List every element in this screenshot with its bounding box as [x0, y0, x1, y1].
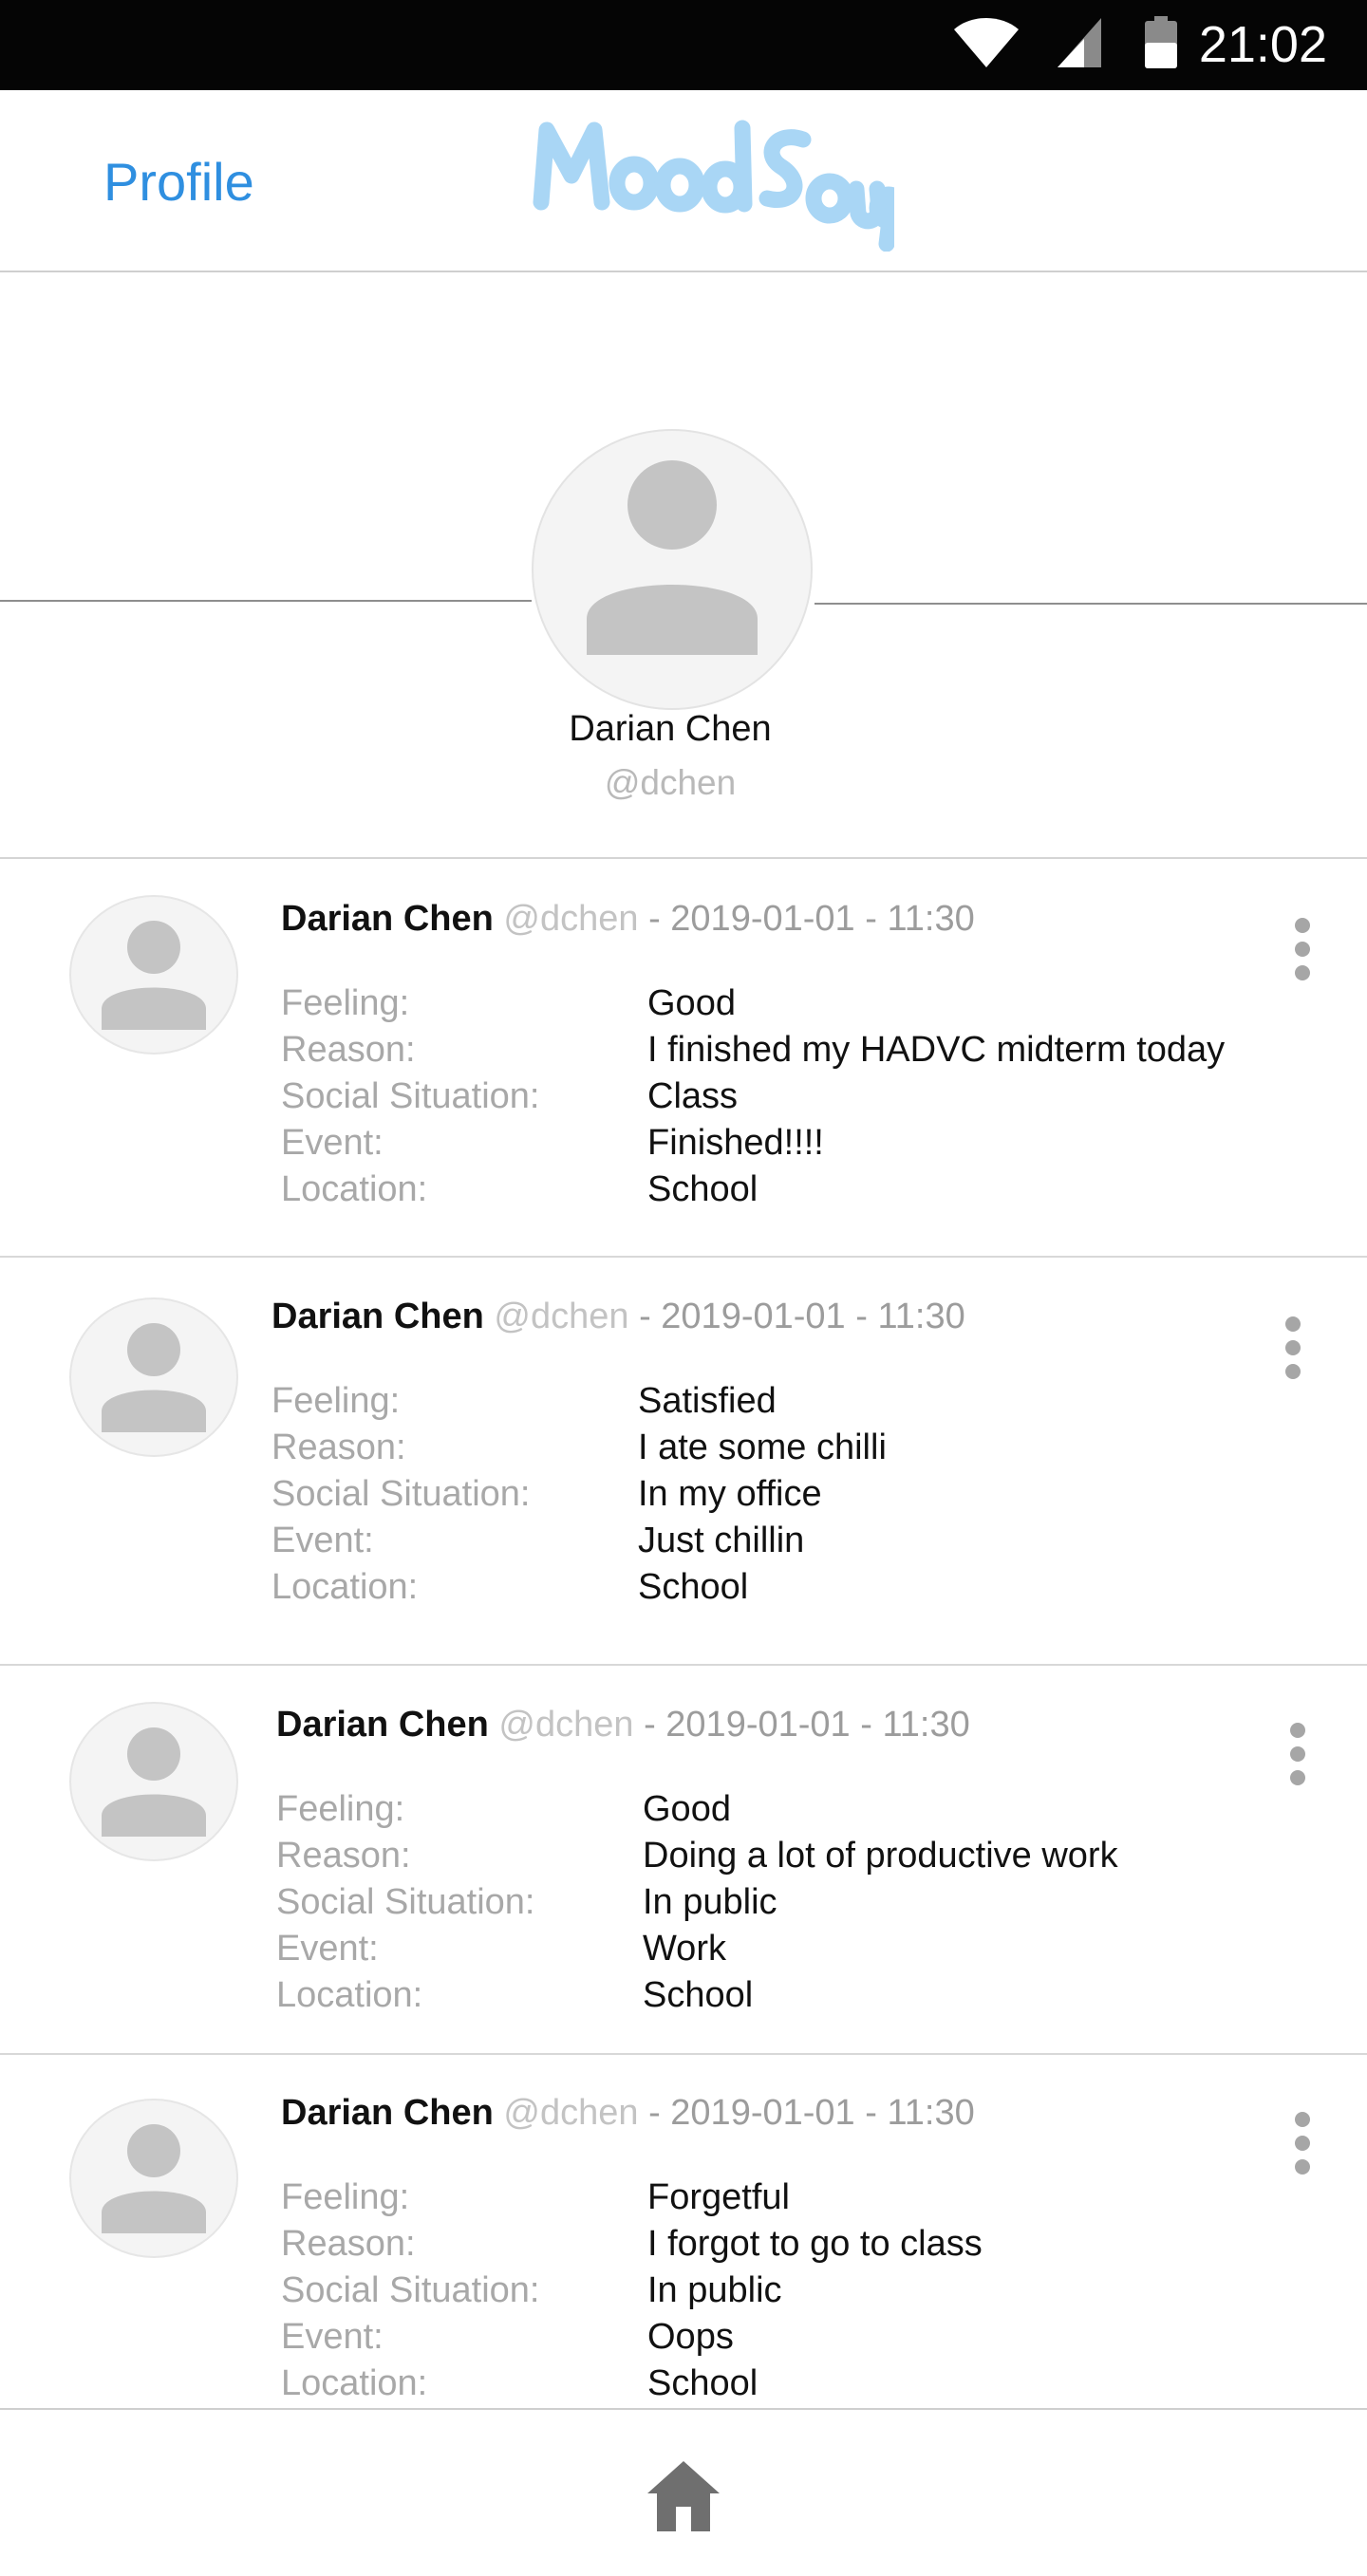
- post-avatar: [69, 1297, 238, 1457]
- divider-line: [815, 603, 1367, 605]
- event-label: Event:: [281, 1123, 384, 1163]
- post-author-name: Darian Chen: [281, 2093, 494, 2133]
- more-options-icon[interactable]: [1283, 1723, 1312, 1799]
- event-value: Oops: [647, 2317, 734, 2357]
- location-label: Location:: [281, 2363, 428, 2403]
- divider-line: [0, 600, 532, 602]
- social-label: Social Situation:: [281, 2270, 540, 2310]
- post-author-name: Darian Chen: [276, 1705, 489, 1745]
- social-label: Social Situation:: [272, 1474, 531, 1514]
- post-author-handle: @dchen: [503, 899, 639, 939]
- feeling-label: Feeling:: [272, 1381, 401, 1421]
- post-author-handle: @dchen: [494, 1297, 629, 1336]
- more-options-icon[interactable]: [1288, 918, 1317, 994]
- more-options-icon[interactable]: [1279, 1316, 1307, 1392]
- moodsoup-logo: [533, 120, 894, 252]
- feeling-label: Feeling:: [281, 983, 410, 1023]
- location-value: School: [638, 1567, 749, 1607]
- location-value: School: [643, 1975, 754, 2015]
- default-user-avatar-icon: [102, 921, 206, 1030]
- post-meta: Darian Chen @dchen - 2019-01-01 - 11:30: [281, 2093, 975, 2134]
- location-label: Location:: [281, 1169, 428, 1209]
- home-icon[interactable]: [646, 2459, 721, 2531]
- default-user-avatar-icon: [102, 1323, 206, 1432]
- profile-name: Darian Chen: [569, 709, 772, 749]
- reason-value: I finished my HADVC midterm today: [647, 1030, 1226, 1070]
- social-label: Social Situation:: [281, 1076, 540, 1116]
- reason-label: Reason:: [272, 1428, 406, 1467]
- profile-section: Darian Chen @dchen: [0, 272, 1367, 859]
- feeling-value: Good: [647, 983, 736, 1023]
- location-label: Location:: [276, 1975, 423, 2015]
- event-label: Event:: [281, 2317, 384, 2357]
- mood-post[interactable]: Darian Chen @dchen - 2019-01-01 - 11:30 …: [0, 1258, 1367, 1666]
- feeling-label: Feeling:: [276, 1789, 405, 1829]
- app-header: Profile: [0, 90, 1367, 272]
- event-label: Event:: [272, 1521, 374, 1560]
- reason-value: Doing a lot of productive work: [643, 1836, 1118, 1876]
- social-label: Social Situation:: [276, 1882, 535, 1922]
- mood-post[interactable]: Darian Chen @dchen - 2019-01-01 - 11:30 …: [0, 859, 1367, 1258]
- reason-label: Reason:: [276, 1836, 411, 1876]
- status-bar: 21:02: [0, 0, 1367, 90]
- default-user-avatar-icon: [587, 460, 758, 655]
- post-date: - 2019-01-01 - 11:30: [639, 1297, 965, 1336]
- location-value: School: [647, 2363, 758, 2403]
- default-user-avatar-icon: [102, 1727, 206, 1837]
- wifi-icon: [954, 18, 1019, 67]
- default-user-avatar-icon: [102, 2124, 206, 2233]
- profile-avatar[interactable]: [532, 429, 813, 710]
- mood-post[interactable]: Darian Chen @dchen - 2019-01-01 - 11:30 …: [0, 1666, 1367, 2055]
- social-value: In public: [643, 1882, 777, 1922]
- post-author-name: Darian Chen: [272, 1297, 484, 1336]
- event-value: Just chillin: [638, 1521, 805, 1560]
- post-date: - 2019-01-01 - 11:30: [644, 1705, 970, 1745]
- feeling-value: Satisfied: [638, 1381, 777, 1421]
- reason-label: Reason:: [281, 2224, 416, 2264]
- battery-icon: [1145, 16, 1177, 68]
- social-value: In public: [647, 2270, 782, 2310]
- location-value: School: [647, 1169, 758, 1209]
- social-value: In my office: [638, 1474, 822, 1514]
- event-label: Event:: [276, 1929, 379, 1969]
- feeling-value: Forgetful: [647, 2177, 790, 2217]
- location-label: Location:: [272, 1567, 419, 1607]
- profile-link[interactable]: Profile: [103, 151, 254, 213]
- post-author-name: Darian Chen: [281, 899, 494, 939]
- post-author-handle: @dchen: [503, 2093, 639, 2133]
- event-value: Work: [643, 1929, 726, 1969]
- more-options-icon[interactable]: [1288, 2112, 1317, 2188]
- status-time: 21:02: [1198, 16, 1327, 73]
- post-meta: Darian Chen @dchen - 2019-01-01 - 11:30: [281, 899, 975, 940]
- bottom-navigation: [0, 2408, 1367, 2576]
- feeling-value: Good: [643, 1789, 731, 1829]
- feeling-label: Feeling:: [281, 2177, 410, 2217]
- reason-label: Reason:: [281, 1030, 416, 1070]
- post-date: - 2019-01-01 - 11:30: [648, 899, 975, 939]
- mood-post[interactable]: Darian Chen @dchen - 2019-01-01 - 11:30 …: [0, 2055, 1367, 2408]
- post-meta: Darian Chen @dchen - 2019-01-01 - 11:30: [272, 1297, 965, 1337]
- reason-value: I forgot to go to class: [647, 2224, 983, 2264]
- reason-value: I ate some chilli: [638, 1428, 887, 1467]
- cell-signal-icon: [1058, 18, 1101, 67]
- post-author-handle: @dchen: [498, 1705, 634, 1745]
- post-avatar: [69, 895, 238, 1055]
- event-value: Finished!!!!: [647, 1123, 824, 1163]
- post-meta: Darian Chen @dchen - 2019-01-01 - 11:30: [276, 1705, 970, 1745]
- social-value: Class: [647, 1076, 739, 1116]
- post-avatar: [69, 1702, 238, 1861]
- post-avatar: [69, 2099, 238, 2258]
- post-date: - 2019-01-01 - 11:30: [648, 2093, 975, 2133]
- profile-handle: @dchen: [604, 763, 737, 802]
